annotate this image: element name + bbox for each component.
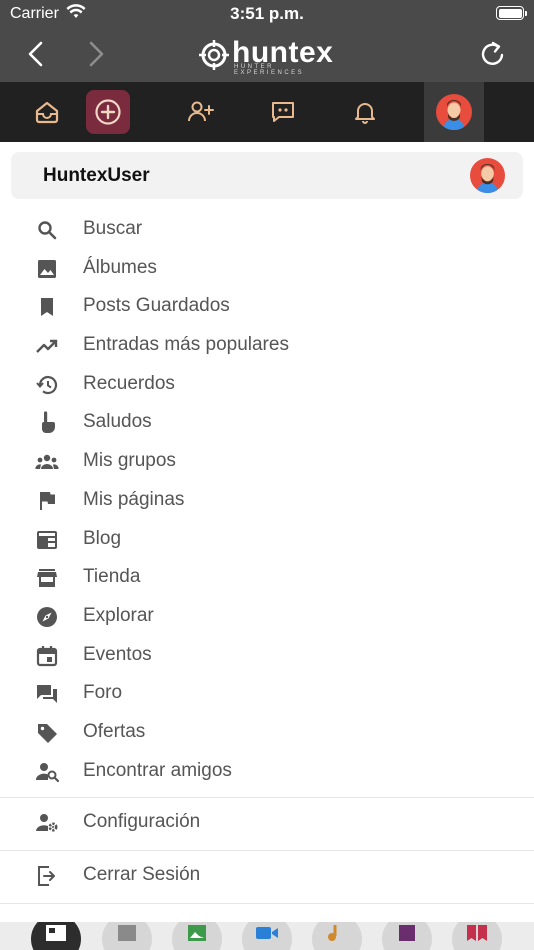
forward-button[interactable] — [82, 38, 112, 70]
groups-icon — [35, 450, 59, 474]
main-toolbar — [0, 82, 534, 142]
menu-item-label: Encontrar amigos — [83, 759, 232, 781]
newspaper-icon — [46, 925, 66, 941]
chat-icon — [272, 102, 294, 122]
status-bar: Carrier 3:51 p.m. — [0, 0, 534, 28]
menu-item-label: Configuración — [83, 811, 201, 832]
brand-logo: huntex HUNTER EXPERIENCES — [198, 36, 338, 76]
back-button[interactable] — [22, 38, 52, 70]
menu-item-recuerdos[interactable]: Recuerdos — [0, 365, 534, 404]
brand-tagline: HUNTER EXPERIENCES — [234, 64, 305, 76]
battery-icon — [496, 6, 527, 20]
menu-item-blog[interactable]: Blog — [0, 520, 534, 559]
trending-icon — [35, 334, 59, 358]
avatar — [436, 94, 472, 130]
menu-item-encontrar-amigos[interactable]: Encontrar amigos — [0, 752, 534, 791]
music-button[interactable] — [312, 922, 362, 950]
menu-item-label: Eventos — [83, 643, 152, 665]
menu-item-label: Recuerdos — [83, 372, 175, 394]
notifications-button[interactable] — [342, 82, 388, 142]
menu-item-foro[interactable]: Foro — [0, 674, 534, 713]
friend-requests-button[interactable] — [178, 82, 224, 142]
videos-button[interactable] — [242, 922, 292, 950]
menu-item-entradas-populares[interactable]: Entradas más populares — [0, 326, 534, 365]
photo-icon — [188, 925, 206, 941]
menu-item-explorar[interactable]: Explorar — [0, 597, 534, 636]
bookmark-icon — [35, 295, 59, 319]
menu-item-ofertas[interactable]: Ofertas — [0, 713, 534, 752]
menu-item-buscar[interactable]: Buscar — [0, 210, 534, 249]
poke-icon — [35, 411, 59, 435]
calendar-icon — [35, 644, 59, 668]
messages-button[interactable] — [260, 82, 306, 142]
image-icon — [35, 257, 59, 281]
menu-item-albumes[interactable]: Álbumes — [0, 249, 534, 288]
add-friend-icon — [188, 101, 214, 122]
menu-item-label: Álbumes — [83, 256, 157, 278]
music-icon — [328, 925, 337, 941]
home-icon — [35, 101, 59, 124]
compass-icon — [35, 605, 59, 629]
news-feed-button[interactable] — [31, 922, 81, 950]
side-menu: HuntexUser Buscar Álbumes Posts Guardado… — [0, 142, 534, 922]
notes-icon — [118, 925, 136, 941]
username: HuntexUser — [43, 165, 150, 186]
tag-icon — [35, 721, 59, 745]
profile-card[interactable]: HuntexUser — [11, 152, 523, 199]
menu-item-label: Foro — [83, 682, 123, 704]
menu-item-tienda[interactable]: Tienda — [0, 558, 534, 597]
menu-item-eventos[interactable]: Eventos — [0, 636, 534, 675]
store-icon — [35, 566, 59, 590]
menu-item-label: Explorar — [83, 604, 154, 626]
search-icon — [35, 218, 59, 242]
bell-icon — [355, 103, 375, 124]
profile-menu-button[interactable] — [424, 82, 484, 142]
book-icon — [467, 925, 487, 941]
logout-icon — [35, 864, 59, 888]
files-button[interactable] — [382, 922, 432, 950]
menu-item-saludos[interactable]: Saludos — [0, 403, 534, 442]
menu-item-label: Blog — [83, 527, 122, 549]
reload-button[interactable] — [478, 38, 508, 70]
menu-item-posts-guardados[interactable]: Posts Guardados — [0, 287, 534, 326]
flag-icon — [35, 489, 59, 513]
menu-item-label: Buscar — [83, 218, 143, 239]
user-settings-icon — [35, 811, 59, 835]
file-icon — [399, 925, 415, 941]
video-icon — [256, 927, 278, 939]
photos-button[interactable] — [172, 922, 222, 950]
divider — [0, 797, 534, 798]
menu-item-mis-grupos[interactable]: Mis grupos — [0, 442, 534, 481]
add-circle-icon — [95, 99, 121, 125]
clock: 3:51 p.m. — [230, 4, 304, 23]
menu-item-label: Entradas más populares — [83, 334, 289, 356]
divider — [0, 850, 534, 851]
menu-item-label: Ofertas — [83, 720, 146, 742]
menu-item-mis-paginas[interactable]: Mis páginas — [0, 481, 534, 520]
history-icon — [35, 373, 59, 397]
notes-button[interactable] — [102, 922, 152, 950]
menu-item-label: Cerrar Sesión — [83, 864, 201, 885]
menu-item-label: Saludos — [83, 411, 152, 433]
menu-list: Buscar Álbumes Posts Guardados Entradas … — [0, 210, 534, 790]
crosshair-logo-icon — [198, 39, 230, 71]
blog-icon — [35, 528, 59, 552]
home-button[interactable] — [24, 82, 70, 142]
create-post-button[interactable] — [86, 90, 130, 134]
bottom-shortcuts-bar — [0, 922, 534, 950]
menu-item-label: Mis páginas — [83, 488, 185, 510]
divider — [0, 903, 534, 904]
menu-item-configuracion[interactable]: Configuración — [0, 803, 534, 843]
avatar — [470, 158, 505, 193]
menu-item-label: Posts Guardados — [83, 295, 230, 317]
forum-icon — [35, 682, 59, 706]
find-friends-icon — [35, 760, 59, 784]
menu-item-label: Mis grupos — [83, 450, 176, 472]
logout-button[interactable]: Cerrar Sesión — [0, 856, 534, 896]
menu-item-label: Tienda — [83, 566, 141, 588]
app-header: Carrier 3:51 p.m. huntex HUNTER EXPERIEN… — [0, 0, 534, 82]
pages-button[interactable] — [452, 922, 502, 950]
